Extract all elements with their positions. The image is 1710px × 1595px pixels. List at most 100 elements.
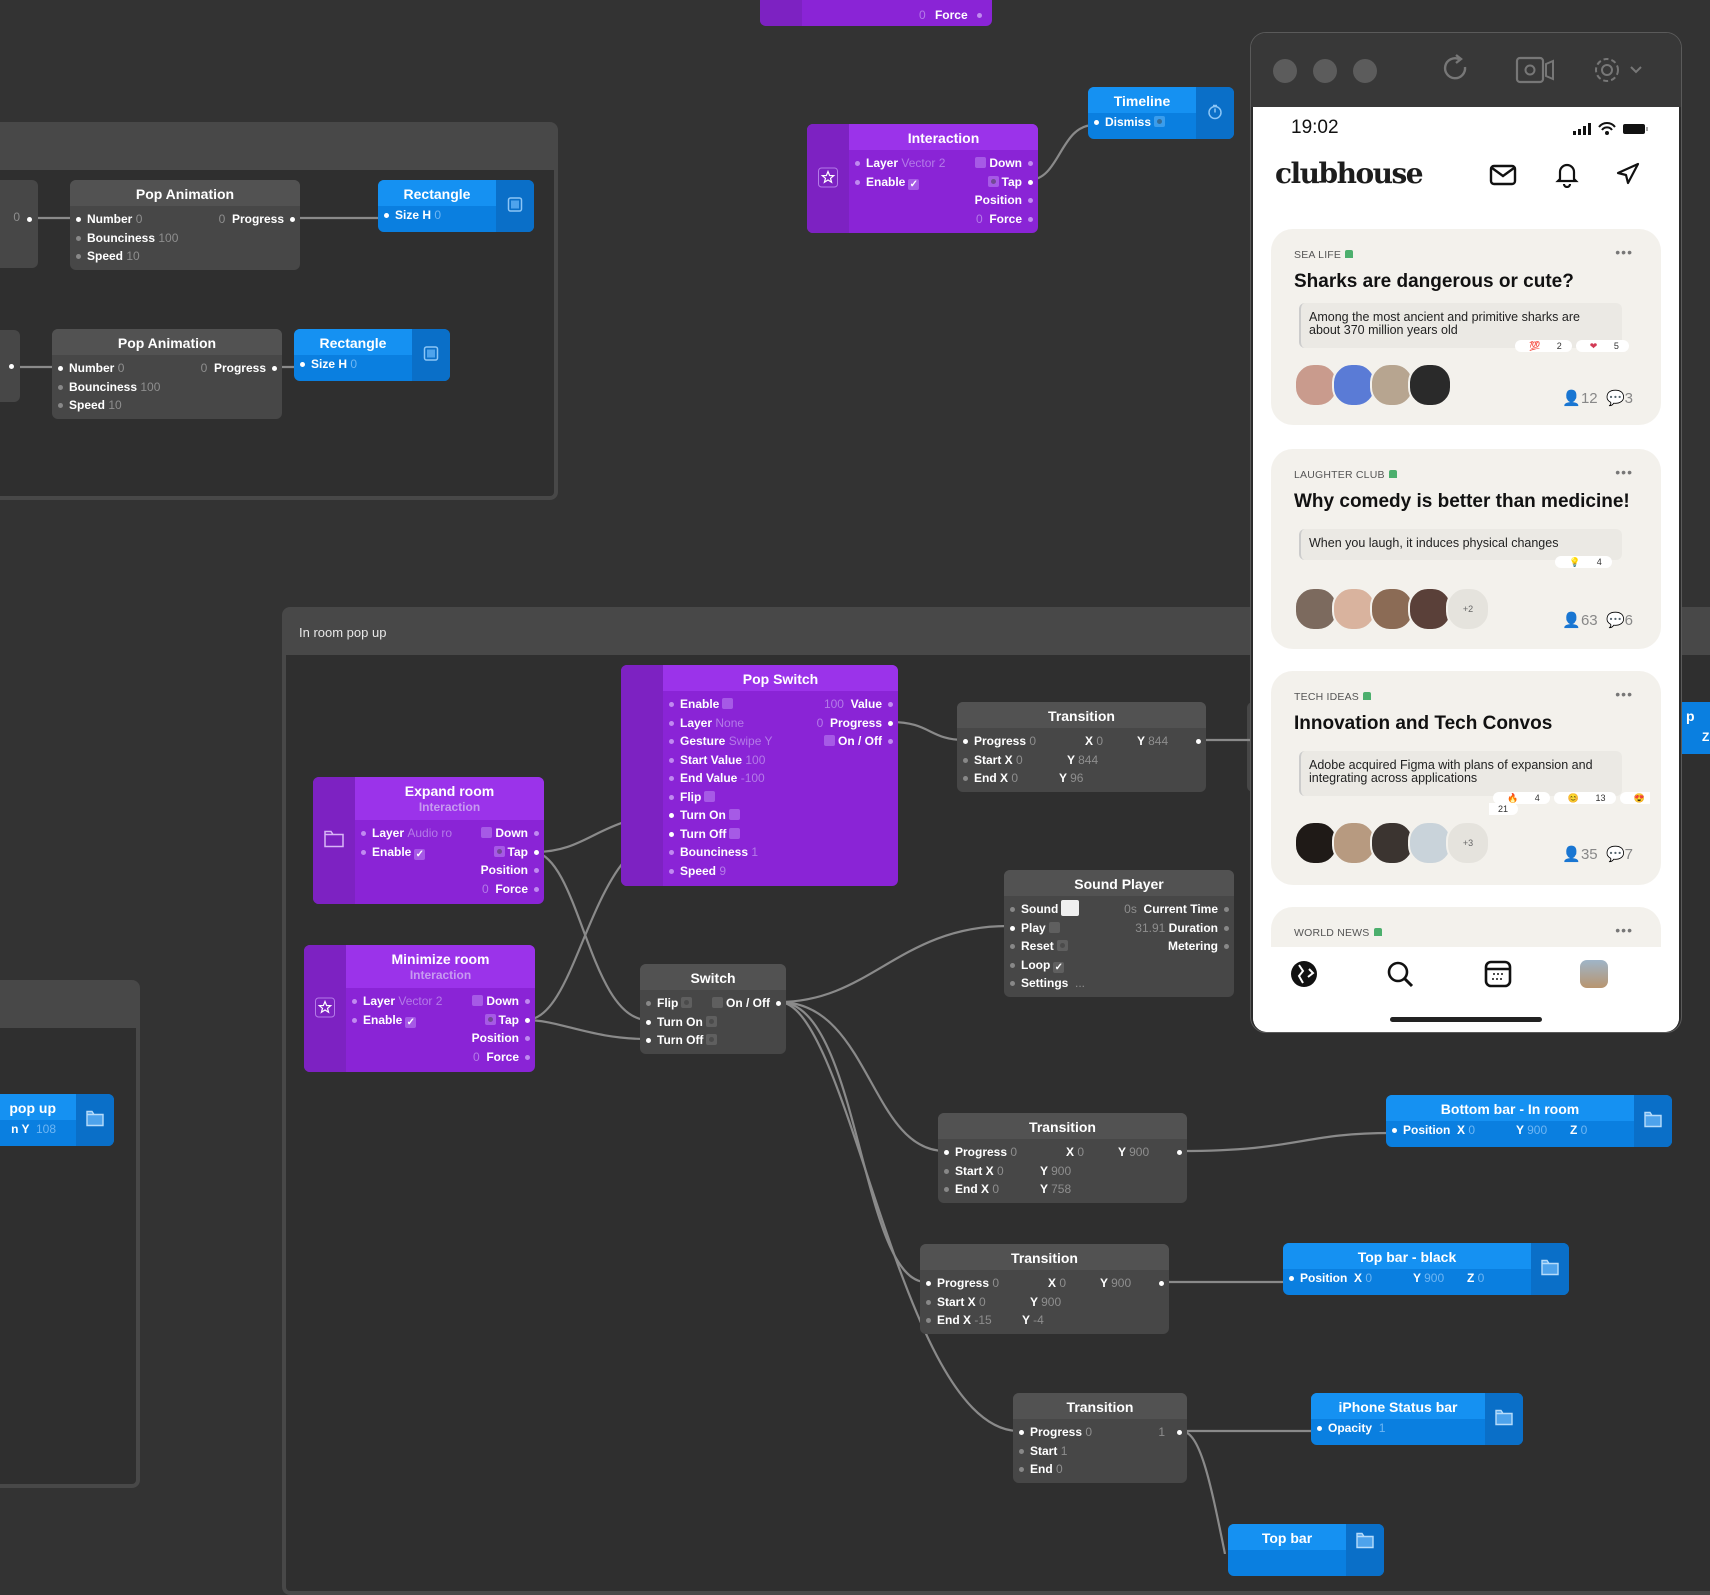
pop-animation-node[interactable]: Pop Animation Number 0 0 Progress Bounci… — [52, 329, 282, 419]
mail-icon[interactable] — [1489, 163, 1517, 192]
turn-off-pulse[interactable] — [706, 1034, 718, 1045]
input-port[interactable] — [669, 831, 674, 837]
input-port[interactable] — [944, 1187, 949, 1192]
output-port[interactable] — [888, 739, 893, 744]
send-icon[interactable] — [1615, 161, 1641, 192]
output-port[interactable] — [1028, 161, 1033, 166]
input-port[interactable] — [963, 757, 968, 763]
minimize-room-interaction-node[interactable]: Minimize room Interaction Layer Vector 2… — [304, 945, 535, 1072]
input-port[interactable] — [1010, 907, 1015, 912]
window-close-button[interactable] — [1273, 59, 1297, 83]
tab-profile-avatar[interactable] — [1580, 960, 1608, 988]
input-port[interactable] — [58, 384, 63, 390]
timeline-node[interactable]: Timeline Dismiss — [1088, 87, 1234, 139]
bell-icon[interactable] — [1555, 160, 1579, 193]
input-port[interactable] — [963, 776, 968, 781]
input-port[interactable] — [1019, 1448, 1024, 1454]
transition-node[interactable]: Transition Progress 0 X 0 Y 844 Start X … — [957, 702, 1206, 792]
more-options-button[interactable]: ••• — [1615, 686, 1633, 702]
output-port[interactable] — [888, 720, 893, 726]
output-port[interactable] — [977, 13, 982, 18]
output-port[interactable] — [525, 1017, 530, 1023]
dismiss-pulse[interactable] — [1154, 116, 1166, 127]
input-port[interactable] — [646, 1019, 651, 1025]
refresh-icon[interactable] — [1441, 53, 1473, 92]
enable-checkbox[interactable] — [908, 178, 920, 190]
tab-search-icon[interactable] — [1385, 959, 1415, 994]
output-port[interactable] — [534, 886, 539, 892]
tab-calendar-icon[interactable] — [1483, 959, 1513, 994]
enable-checkbox[interactable] — [414, 848, 426, 860]
transition-node[interactable]: Transition Progress 0 X 0 Y 900 Start X … — [920, 1244, 1169, 1334]
sound-player-node[interactable]: Sound Player Sound 0s Current Time Play … — [1004, 870, 1234, 997]
output-port[interactable] — [1224, 944, 1229, 949]
input-port[interactable] — [76, 235, 81, 241]
interaction-node[interactable]: Interaction Layer Vector 2 Down Enable T… — [807, 124, 1038, 233]
output-port[interactable] — [525, 1054, 530, 1060]
output-port[interactable] — [534, 868, 539, 873]
more-speakers-badge[interactable]: +2 — [1446, 587, 1490, 631]
input-port[interactable] — [963, 739, 968, 744]
gear-icon[interactable] — [1591, 53, 1647, 92]
input-port[interactable] — [1010, 925, 1015, 931]
transition-node[interactable]: Transition Progress 0 X 0 Y 900 Start X … — [938, 1113, 1187, 1203]
output-port[interactable] — [534, 831, 539, 836]
club-label[interactable]: SEA LIFE — [1294, 249, 1354, 261]
speaker-avatars[interactable] — [1294, 363, 1452, 407]
record-icon[interactable] — [1515, 53, 1557, 92]
club-label[interactable]: LAUGHTER CLUB — [1294, 469, 1397, 481]
input-port[interactable] — [669, 757, 674, 763]
window-zoom-button[interactable] — [1353, 59, 1377, 83]
expand-room-interaction-node[interactable]: Expand room Interaction Layer Audio ro D… — [313, 777, 544, 904]
input-port[interactable] — [58, 403, 63, 408]
partial-node-left-2[interactable] — [0, 330, 20, 402]
flip-checkbox[interactable] — [704, 790, 716, 802]
input-port[interactable] — [76, 254, 81, 259]
partial-node-left[interactable]: 0 — [0, 180, 38, 268]
enable-checkbox[interactable] — [405, 1016, 417, 1028]
pop-animation-node[interactable]: Pop Animation Number 0 0 Progress Bounci… — [70, 180, 300, 270]
play-checkbox[interactable] — [1048, 921, 1060, 933]
input-port[interactable] — [1094, 120, 1099, 125]
input-port[interactable] — [352, 1017, 357, 1023]
frame-header[interactable] — [0, 984, 136, 1028]
top-bar-black-layer-node[interactable]: Top bar - black Position X 0 Y 900 Z 0 — [1283, 1243, 1569, 1295]
rectangle-layer-node[interactable]: Rectangle Size H 0 — [294, 329, 450, 381]
input-port[interactable] — [58, 366, 63, 371]
reactions[interactable]: 🔥 4 😊 13 😍 21 — [1489, 792, 1661, 815]
iphone-status-bar-layer-node[interactable]: iPhone Status bar Opacity 1 — [1311, 1393, 1523, 1445]
bottom-bar-layer-node[interactable]: Bottom bar - In room Position X 0 Y 900 … — [1386, 1095, 1672, 1147]
output-port[interactable] — [888, 702, 893, 707]
output-port[interactable] — [1224, 907, 1229, 912]
output-port[interactable] — [1028, 179, 1033, 185]
input-port[interactable] — [926, 1281, 931, 1286]
avatar[interactable] — [1408, 363, 1452, 407]
top-bar-layer-node[interactable]: Top bar — [1228, 1524, 1384, 1576]
input-port[interactable] — [926, 1299, 931, 1305]
output-port[interactable] — [1028, 216, 1033, 222]
input-port[interactable] — [669, 776, 674, 781]
input-port[interactable] — [926, 1318, 931, 1323]
input-port[interactable] — [352, 999, 357, 1004]
speaker-avatars[interactable]: +3 — [1294, 821, 1490, 865]
output-port[interactable] — [776, 1001, 781, 1006]
output-port[interactable] — [534, 849, 539, 855]
input-port[interactable] — [1289, 1276, 1294, 1281]
more-options-button[interactable]: ••• — [1615, 922, 1633, 938]
input-port[interactable] — [1010, 944, 1015, 949]
window-minimize-button[interactable] — [1313, 59, 1337, 83]
frame-header[interactable] — [0, 126, 554, 170]
transition-node[interactable]: Transition Progress 0 1 Start 1 End 0 — [1013, 1393, 1187, 1483]
tab-explore-globe-icon[interactable] — [1289, 959, 1319, 994]
pop-up-layer-node[interactable]: pop up n Y 108 — [0, 1094, 114, 1146]
turn-on-pulse[interactable] — [728, 809, 740, 820]
input-port[interactable] — [646, 1038, 651, 1043]
room-card[interactable]: TECH IDEAS ••• Innovation and Tech Convo… — [1271, 671, 1661, 885]
output-port[interactable] — [1028, 198, 1033, 203]
input-port[interactable] — [669, 739, 674, 744]
loop-checkbox[interactable] — [1053, 961, 1065, 973]
turn-on-pulse[interactable] — [705, 1015, 717, 1027]
input-port[interactable] — [1019, 1467, 1024, 1472]
input-port[interactable] — [855, 179, 860, 185]
output-port[interactable] — [525, 999, 530, 1004]
